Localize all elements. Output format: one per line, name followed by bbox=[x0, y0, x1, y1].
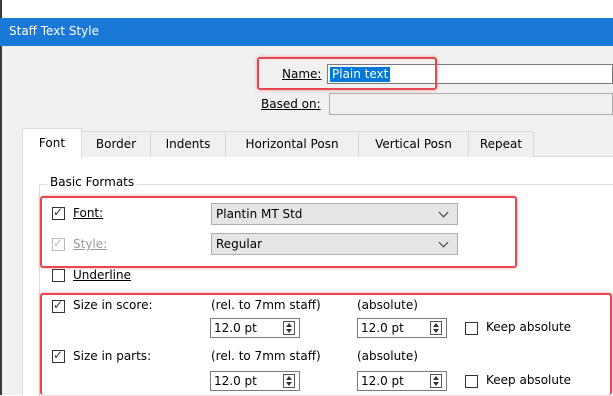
spin-arrows-icon[interactable] bbox=[283, 321, 295, 335]
font-value: Plantin MT Std bbox=[216, 207, 303, 221]
size-in-score-checkbox[interactable]: ✓ bbox=[52, 298, 65, 313]
score-keep-absolute-checkbox[interactable] bbox=[465, 322, 478, 335]
size-in-parts-checkbox[interactable]: ✓ bbox=[52, 348, 65, 363]
background-edge bbox=[0, 0, 2, 18]
parts-rel-stepper[interactable]: 12.0 pt bbox=[210, 371, 300, 391]
chevron-down-icon bbox=[438, 237, 449, 248]
font-checkbox[interactable]: ✓ bbox=[52, 205, 65, 220]
parts-rel-header: (rel. to 7mm staff) bbox=[211, 349, 321, 363]
spin-arrows-icon[interactable] bbox=[283, 374, 295, 388]
based-on-label: Based on: bbox=[261, 97, 321, 111]
score-keep-absolute-label: Keep absolute bbox=[486, 320, 572, 334]
font-label: Font: bbox=[73, 206, 104, 220]
name-label: Name: bbox=[282, 67, 322, 81]
parts-abs-stepper[interactable]: 12.0 pt bbox=[357, 371, 447, 391]
based-on-select[interactable] bbox=[329, 93, 613, 115]
basic-formats-label: Basic Formats bbox=[47, 175, 138, 189]
chevron-down-icon bbox=[438, 207, 449, 218]
dialog-left-edge bbox=[0, 46, 2, 395]
check-icon: ✓ bbox=[53, 236, 64, 250]
tab-indents[interactable]: Indents bbox=[150, 131, 226, 157]
underline-checkbox[interactable] bbox=[52, 269, 65, 282]
style-value: Regular bbox=[216, 237, 263, 251]
style-dropdown[interactable]: Regular bbox=[211, 233, 458, 255]
tab-repeat[interactable]: Repeat bbox=[468, 131, 534, 157]
tab-horizontal-posn[interactable]: Horizontal Posn bbox=[225, 131, 359, 157]
parts-keep-absolute-label: Keep absolute bbox=[486, 373, 572, 387]
font-dropdown[interactable]: Plantin MT Std bbox=[211, 203, 458, 225]
parts-abs-header: (absolute) bbox=[357, 349, 418, 363]
title-bar[interactable]: Staff Text Style bbox=[0, 18, 613, 46]
window-title: Staff Text Style bbox=[9, 24, 99, 38]
parts-keep-absolute-checkbox[interactable] bbox=[465, 375, 478, 388]
style-checkbox[interactable]: ✓ bbox=[52, 236, 65, 251]
check-icon: ✓ bbox=[53, 348, 64, 362]
check-icon: ✓ bbox=[53, 298, 64, 312]
score-rel-stepper[interactable]: 12.0 pt bbox=[210, 318, 300, 338]
style-label: Style: bbox=[73, 237, 108, 251]
score-abs-stepper[interactable]: 12.0 pt bbox=[357, 318, 447, 338]
background-window-strip bbox=[0, 0, 613, 18]
size-in-score-label: Size in score: bbox=[73, 298, 153, 312]
name-value: Plain text bbox=[330, 67, 391, 82]
spin-arrows-icon[interactable] bbox=[430, 374, 442, 388]
tab-border[interactable]: Border bbox=[81, 131, 151, 157]
score-rel-header: (rel. to 7mm staff) bbox=[211, 298, 321, 312]
underline-label: Underline bbox=[73, 268, 131, 282]
score-abs-header: (absolute) bbox=[357, 298, 418, 312]
tab-font[interactable]: Font bbox=[22, 128, 82, 158]
tab-vertical-posn[interactable]: Vertical Posn bbox=[358, 131, 469, 157]
check-icon: ✓ bbox=[53, 205, 64, 219]
spin-arrows-icon[interactable] bbox=[430, 321, 442, 335]
name-input[interactable]: Plain text bbox=[327, 64, 613, 84]
size-in-parts-label: Size in parts: bbox=[73, 349, 152, 363]
